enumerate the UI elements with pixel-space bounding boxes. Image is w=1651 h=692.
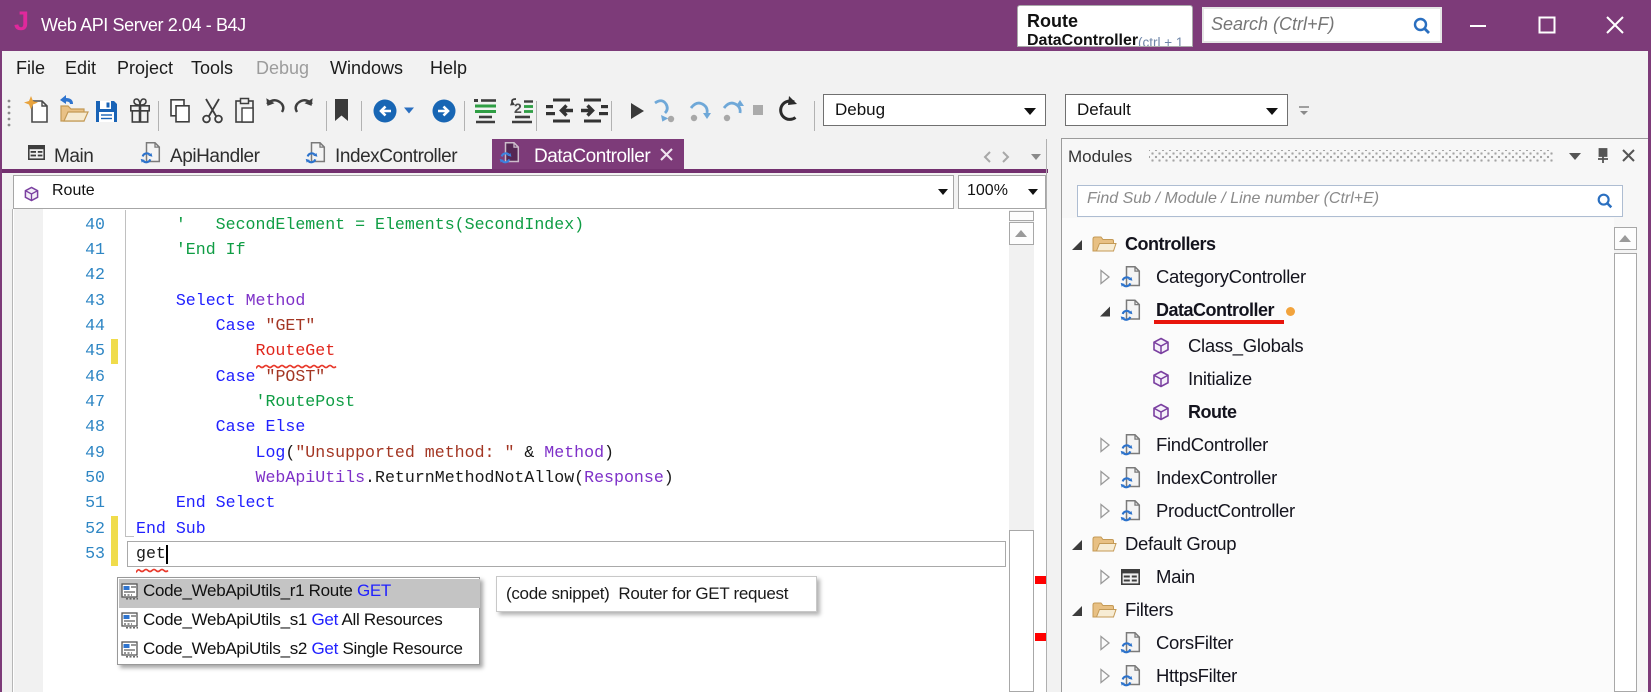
svg-text:2: 2 xyxy=(514,100,522,116)
